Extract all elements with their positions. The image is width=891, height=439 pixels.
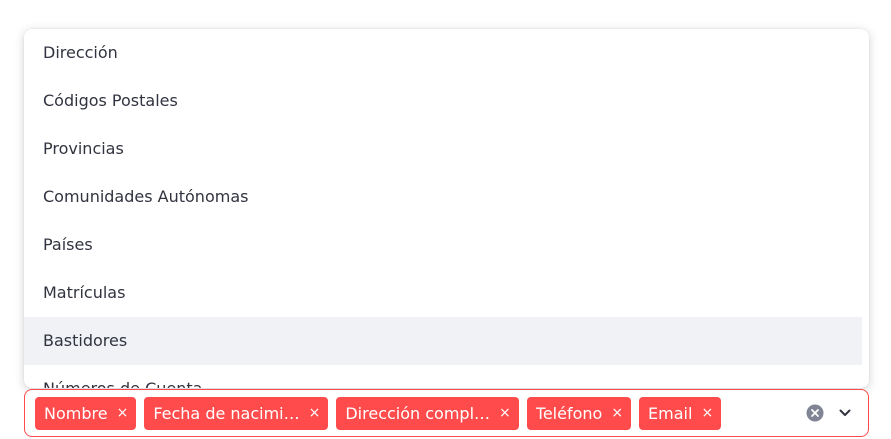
- tag-label: Teléfono: [535, 403, 603, 423]
- option-matriculas[interactable]: Matrículas: [24, 269, 862, 317]
- chevron-down-icon[interactable]: [838, 406, 852, 420]
- tag-nombre: Nombre ×: [35, 396, 137, 430]
- option-paises[interactable]: Países: [24, 221, 862, 269]
- option-list[interactable]: Dirección Códigos Postales Provincias Co…: [24, 29, 862, 388]
- selected-tags: Nombre × Fecha de nacimi… × Dirección co…: [25, 396, 806, 430]
- tag-label: Email: [648, 403, 693, 423]
- multiselect-input[interactable]: Nombre × Fecha de nacimi… × Dirección co…: [24, 389, 869, 437]
- select-controls: [806, 404, 868, 422]
- close-icon[interactable]: ×: [117, 406, 129, 420]
- tag-telefono: Teléfono ×: [526, 396, 632, 430]
- tag-label: Dirección compl…: [345, 403, 491, 423]
- tag-direccion-completa: Dirección compl… ×: [336, 396, 519, 430]
- option-comunidades-autonomas[interactable]: Comunidades Autónomas: [24, 173, 862, 221]
- tag-label: Nombre: [44, 403, 108, 423]
- tag-email: Email ×: [639, 396, 722, 430]
- close-icon[interactable]: ×: [701, 406, 713, 420]
- tag-label: Fecha de nacimi…: [153, 403, 300, 423]
- option-numeros-de-cuenta[interactable]: Números de Cuenta: [24, 365, 862, 388]
- tag-fecha-de-nacimiento: Fecha de nacimi… ×: [144, 396, 329, 430]
- dropdown-scrollbar[interactable]: [862, 29, 869, 388]
- option-provincias[interactable]: Provincias: [24, 125, 862, 173]
- close-icon[interactable]: ×: [309, 406, 321, 420]
- option-codigos-postales[interactable]: Códigos Postales: [24, 77, 862, 125]
- clear-circle-icon[interactable]: [806, 404, 824, 422]
- option-direccion[interactable]: Dirección: [24, 29, 862, 77]
- options-dropdown[interactable]: Dirección Códigos Postales Provincias Co…: [24, 29, 869, 388]
- option-bastidores[interactable]: Bastidores: [24, 317, 862, 365]
- close-icon[interactable]: ×: [499, 406, 511, 420]
- close-icon[interactable]: ×: [611, 406, 623, 420]
